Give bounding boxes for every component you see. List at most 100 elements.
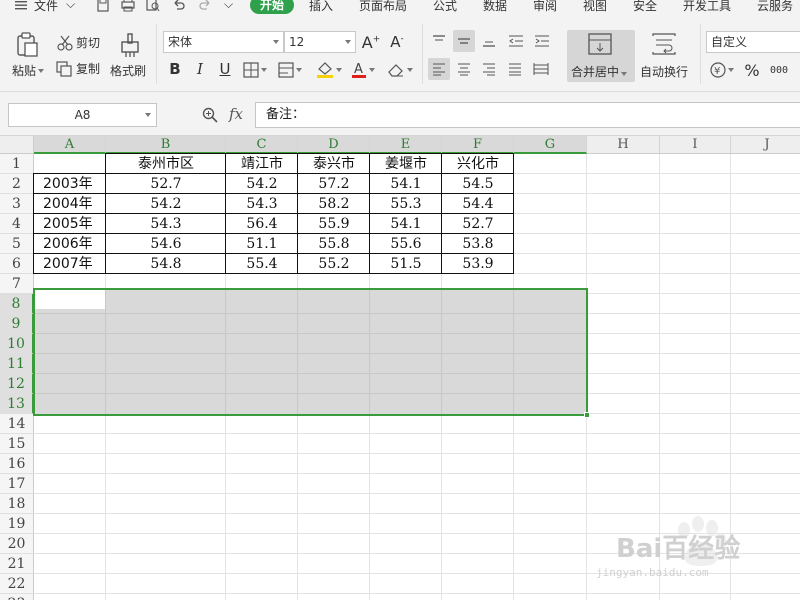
decrease-font-size-button[interactable]: A- [386, 31, 408, 53]
header-cell[interactable]: 姜堰市 [370, 154, 442, 174]
header-cell[interactable]: 靖江市 [226, 154, 298, 174]
row-header-22[interactable]: 22 [0, 574, 34, 594]
value-cell[interactable]: 54.6 [106, 234, 226, 254]
align-middle-button[interactable] [453, 30, 475, 52]
paste-button[interactable] [14, 32, 40, 58]
row-header-23[interactable]: 23 [0, 594, 34, 600]
column-header-b[interactable]: B [106, 136, 226, 154]
bold-button[interactable]: B [164, 58, 186, 80]
tab-view[interactable]: 视图 [583, 0, 607, 14]
row-header-9[interactable]: 9 [0, 314, 34, 334]
value-cell[interactable]: 54.2 [106, 194, 226, 214]
wrap-text-label[interactable]: 自动换行 [640, 63, 688, 80]
header-cell[interactable]: 泰州市区 [106, 154, 226, 174]
tab-insert[interactable]: 插入 [309, 0, 333, 14]
select-all-corner[interactable] [0, 136, 34, 154]
increase-indent-button[interactable] [531, 30, 553, 52]
name-box[interactable]: A8 [8, 103, 157, 127]
row-header-15[interactable]: 15 [0, 434, 34, 454]
percent-button[interactable]: % [741, 59, 763, 81]
fill-handle[interactable] [584, 412, 590, 418]
fill-color-button[interactable] [316, 61, 342, 79]
row-header-8[interactable]: 8 [0, 294, 34, 314]
year-cell[interactable]: 2005年 [34, 214, 106, 234]
chevron-down-icon[interactable] [621, 72, 628, 76]
redo-icon[interactable] [198, 0, 212, 12]
align-bottom-button[interactable] [478, 30, 500, 52]
merge-center-button[interactable]: 合并居中 [567, 30, 635, 82]
format-painter-button[interactable] [118, 32, 142, 58]
tab-home[interactable]: 开始 [250, 0, 295, 14]
year-cell[interactable]: 2007年 [34, 254, 106, 274]
year-cell[interactable]: 2003年 [34, 174, 106, 194]
value-cell[interactable]: 54.3 [106, 214, 226, 234]
undo-icon[interactable] [172, 0, 186, 12]
value-cell[interactable]: 54.5 [442, 174, 514, 194]
clear-format-button[interactable] [387, 62, 413, 78]
header-cell[interactable] [34, 154, 106, 174]
row-header-19[interactable]: 19 [0, 514, 34, 534]
tab-security[interactable]: 安全 [633, 0, 657, 14]
value-cell[interactable]: 54.1 [370, 214, 442, 234]
value-cell[interactable]: 51.1 [226, 234, 298, 254]
value-cell[interactable]: 55.3 [370, 194, 442, 214]
formula-input[interactable]: 备注： [255, 102, 800, 128]
value-cell[interactable]: 57.2 [298, 174, 370, 194]
borders-button[interactable] [243, 62, 267, 78]
header-cell[interactable]: 泰兴市 [298, 154, 370, 174]
insert-function-button[interactable]: fx [229, 105, 243, 123]
value-cell[interactable]: 55.2 [298, 254, 370, 274]
align-top-button[interactable] [428, 30, 450, 52]
currency-format-button[interactable]: ¥ [710, 62, 734, 78]
value-cell[interactable]: 55.4 [226, 254, 298, 274]
tab-cloud-service[interactable]: 云服务 [757, 0, 793, 14]
align-left-button[interactable] [428, 58, 450, 80]
value-cell[interactable]: 58.2 [298, 194, 370, 214]
align-right-button[interactable] [478, 58, 500, 80]
justify-button[interactable] [504, 58, 526, 80]
tab-formulas[interactable]: 公式 [433, 0, 457, 14]
value-cell[interactable]: 52.7 [106, 174, 226, 194]
underline-button[interactable]: U [214, 58, 236, 80]
row-header-14[interactable]: 14 [0, 414, 34, 434]
thousands-separator-button[interactable]: 000 [768, 59, 790, 81]
menu-file[interactable]: 文件 [34, 0, 58, 14]
tab-page-layout[interactable]: 页面布局 [359, 0, 407, 14]
value-cell[interactable]: 56.4 [226, 214, 298, 234]
value-cell[interactable]: 55.9 [298, 214, 370, 234]
year-cell[interactable]: 2004年 [34, 194, 106, 214]
tab-review[interactable]: 审阅 [533, 0, 557, 14]
row-header-6[interactable]: 6 [0, 254, 34, 274]
decrease-indent-button[interactable] [505, 30, 527, 52]
row-header-1[interactable]: 1 [0, 154, 34, 174]
row-header-7[interactable]: 7 [0, 274, 34, 294]
column-header-j[interactable]: J [731, 136, 800, 154]
row-header-12[interactable]: 12 [0, 374, 34, 394]
column-header-e[interactable]: E [370, 136, 442, 154]
hamburger-menu-icon[interactable] [14, 0, 28, 12]
header-cell[interactable]: 兴化市 [442, 154, 514, 174]
paste-dropdown-icon[interactable] [38, 68, 45, 73]
row-header-20[interactable]: 20 [0, 534, 34, 554]
italic-button[interactable]: I [189, 58, 211, 80]
column-header-c[interactable]: C [226, 136, 298, 154]
column-header-h[interactable]: H [587, 136, 660, 154]
save-icon[interactable] [96, 0, 110, 12]
value-cell[interactable]: 54.3 [226, 194, 298, 214]
row-header-2[interactable]: 2 [0, 174, 34, 194]
value-cell[interactable]: 55.8 [298, 234, 370, 254]
column-header-g[interactable]: G [514, 136, 587, 154]
cut-button[interactable]: 剪切 [56, 34, 100, 51]
row-header-4[interactable]: 4 [0, 214, 34, 234]
print-preview-icon[interactable] [146, 0, 160, 12]
increase-font-size-button[interactable]: A+ [360, 31, 382, 53]
row-header-21[interactable]: 21 [0, 554, 34, 574]
row-header-11[interactable]: 11 [0, 354, 34, 374]
row-header-10[interactable]: 10 [0, 334, 34, 354]
value-cell[interactable]: 51.5 [370, 254, 442, 274]
print-icon[interactable] [121, 0, 135, 12]
tab-data[interactable]: 数据 [483, 0, 507, 14]
copy-button[interactable]: 复制 [56, 60, 100, 77]
format-painter-label[interactable]: 格式刷 [110, 62, 146, 79]
row-header-18[interactable]: 18 [0, 494, 34, 514]
